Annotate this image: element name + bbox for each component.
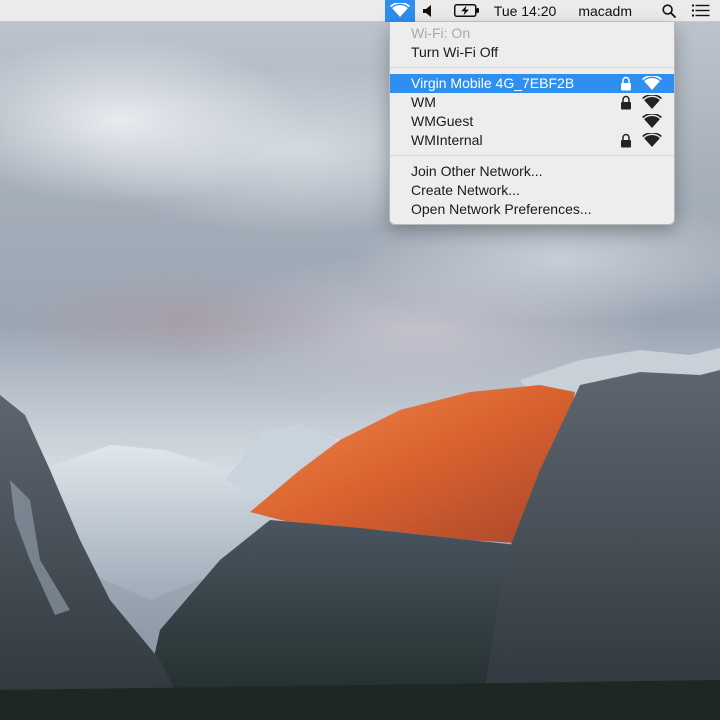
wifi-icon <box>389 3 410 18</box>
open-network-preferences-item[interactable]: Open Network Preferences... <box>390 200 674 219</box>
menu-separator <box>390 67 674 68</box>
wifi-menu-extra[interactable] <box>384 0 415 22</box>
list-icon <box>692 4 710 17</box>
network-name: WM <box>411 94 436 110</box>
clock[interactable]: Tue 14:20 <box>488 0 565 22</box>
wifi-dropdown-menu: Wi-Fi: On Turn Wi-Fi Off Virgin Mobile 4… <box>389 22 675 225</box>
wifi-signal-icon <box>642 133 662 147</box>
wifi-signal-icon <box>642 95 662 109</box>
network-name: WMInternal <box>411 132 483 148</box>
lock-icon <box>621 95 631 110</box>
speaker-icon <box>422 4 431 17</box>
network-name: Virgin Mobile 4G_7EBF2B <box>411 75 575 91</box>
notification-center-button[interactable] <box>688 0 714 22</box>
menu-bar: Tue 14:20 macadm <box>0 0 720 22</box>
lock-icon <box>621 76 631 91</box>
wifi-signal-icon <box>642 114 662 128</box>
create-network-item[interactable]: Create Network... <box>390 181 674 200</box>
volume-menu-extra[interactable] <box>418 0 440 22</box>
turn-wifi-off-item[interactable]: Turn Wi-Fi Off <box>390 43 674 62</box>
lock-icon <box>621 133 631 148</box>
search-icon <box>662 3 676 18</box>
network-item[interactable]: WM <box>390 93 674 112</box>
user-menu[interactable]: macadm <box>570 0 640 22</box>
battery-menu-extra[interactable] <box>452 0 482 22</box>
join-other-network-item[interactable]: Join Other Network... <box>390 162 674 181</box>
spotlight-button[interactable] <box>658 0 680 22</box>
network-item[interactable]: Virgin Mobile 4G_7EBF2B <box>390 74 674 93</box>
menu-separator <box>390 155 674 156</box>
network-item[interactable]: WMGuest <box>390 112 674 131</box>
battery-charging-icon <box>453 4 479 17</box>
network-item[interactable]: WMInternal <box>390 131 674 150</box>
network-name: WMGuest <box>411 113 474 129</box>
wifi-status: Wi-Fi: On <box>411 25 471 41</box>
wifi-signal-icon <box>642 76 662 90</box>
